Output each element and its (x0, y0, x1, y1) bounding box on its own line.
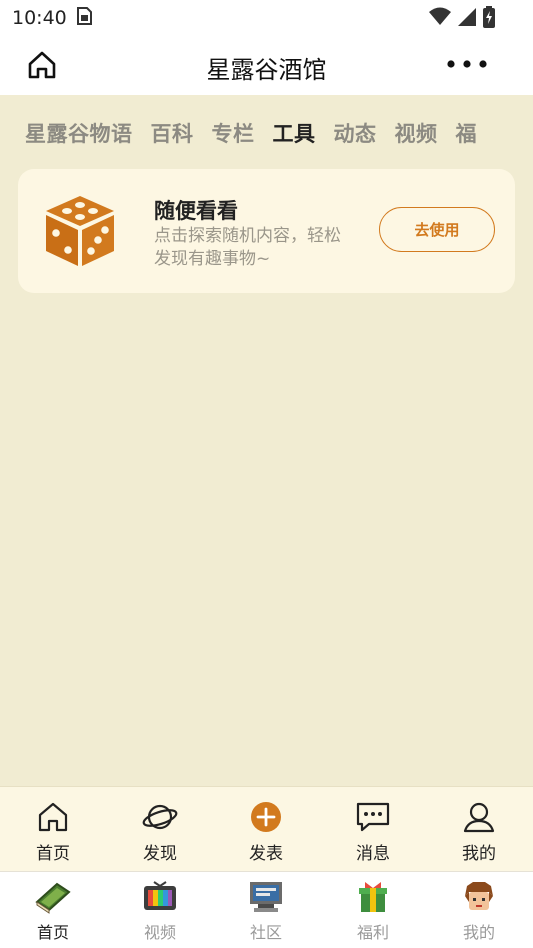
subnav-discover-label: 发现 (143, 844, 177, 864)
status-time: 10:40 (12, 7, 67, 29)
tab-stardew[interactable]: 星露谷物语 (25, 118, 133, 148)
signal-icon (457, 7, 477, 31)
category-tabs: 星露谷物语 百科 专栏 工具 动态 视频 福 (25, 118, 477, 148)
book-pixel-icon (35, 882, 71, 918)
use-button[interactable]: 去使用 (379, 207, 495, 252)
status-bar: 10:40 (0, 0, 533, 36)
nav-bar: 星露谷酒馆 (0, 36, 533, 95)
message-icon (355, 802, 391, 837)
tabbar-video-label: 视频 (143, 923, 176, 942)
tab-feed[interactable]: 动态 (334, 118, 377, 148)
computer-pixel-icon (248, 882, 284, 918)
sim-card-icon (73, 5, 95, 31)
wifi-icon (429, 7, 451, 31)
more-icon[interactable] (446, 56, 488, 75)
subnav-mine-label: 我的 (462, 844, 496, 864)
tabbar-mine[interactable]: 我的 (444, 880, 514, 943)
card-description: 点击探索随机内容，轻松发现有趣事物~ (154, 226, 341, 269)
secondary-nav: 首页 发现 发表 消息 我的 (0, 786, 533, 872)
home-outline-icon (36, 802, 70, 837)
tab-welfare[interactable]: 福 (456, 118, 478, 148)
tabbar-community-label: 社区 (249, 923, 282, 942)
tab-video[interactable]: 视频 (395, 118, 438, 148)
tab-column[interactable]: 专栏 (212, 118, 255, 148)
battery-icon (483, 6, 495, 32)
tabbar-video[interactable]: 视频 (125, 880, 195, 943)
subnav-post[interactable]: 发表 (231, 801, 301, 864)
dice-icon (42, 193, 118, 273)
tabbar-home-label: 首页 (36, 923, 69, 942)
subnav-home-label: 首页 (36, 844, 70, 864)
subnav-mine[interactable]: 我的 (444, 801, 514, 864)
tabbar-community[interactable]: 社区 (231, 880, 301, 943)
tabbar-mine-label: 我的 (462, 923, 495, 942)
tv-pixel-icon (142, 881, 178, 918)
subnav-home[interactable]: 首页 (18, 801, 88, 864)
tab-tools[interactable]: 工具 (273, 118, 316, 148)
subnav-messages-label: 消息 (356, 844, 390, 864)
subnav-discover[interactable]: 发现 (125, 801, 195, 864)
tab-bar: 首页 视频 社区 福利 我的 (0, 871, 533, 948)
gift-pixel-icon (355, 882, 391, 918)
planet-icon (142, 804, 178, 837)
tabbar-welfare[interactable]: 福利 (338, 880, 408, 943)
subnav-messages[interactable]: 消息 (338, 801, 408, 864)
person-icon (462, 802, 496, 837)
random-explore-card[interactable]: 随便看看 点击探索随机内容，轻松发现有趣事物~ 去使用 (18, 169, 515, 293)
card-title: 随便看看 (154, 199, 238, 223)
tabbar-home[interactable]: 首页 (18, 880, 88, 943)
subnav-post-label: 发表 (249, 844, 283, 864)
avatar-pixel-icon (461, 882, 497, 918)
plus-circle-icon (249, 802, 283, 837)
tab-wiki[interactable]: 百科 (151, 118, 194, 148)
tabbar-welfare-label: 福利 (356, 923, 389, 942)
